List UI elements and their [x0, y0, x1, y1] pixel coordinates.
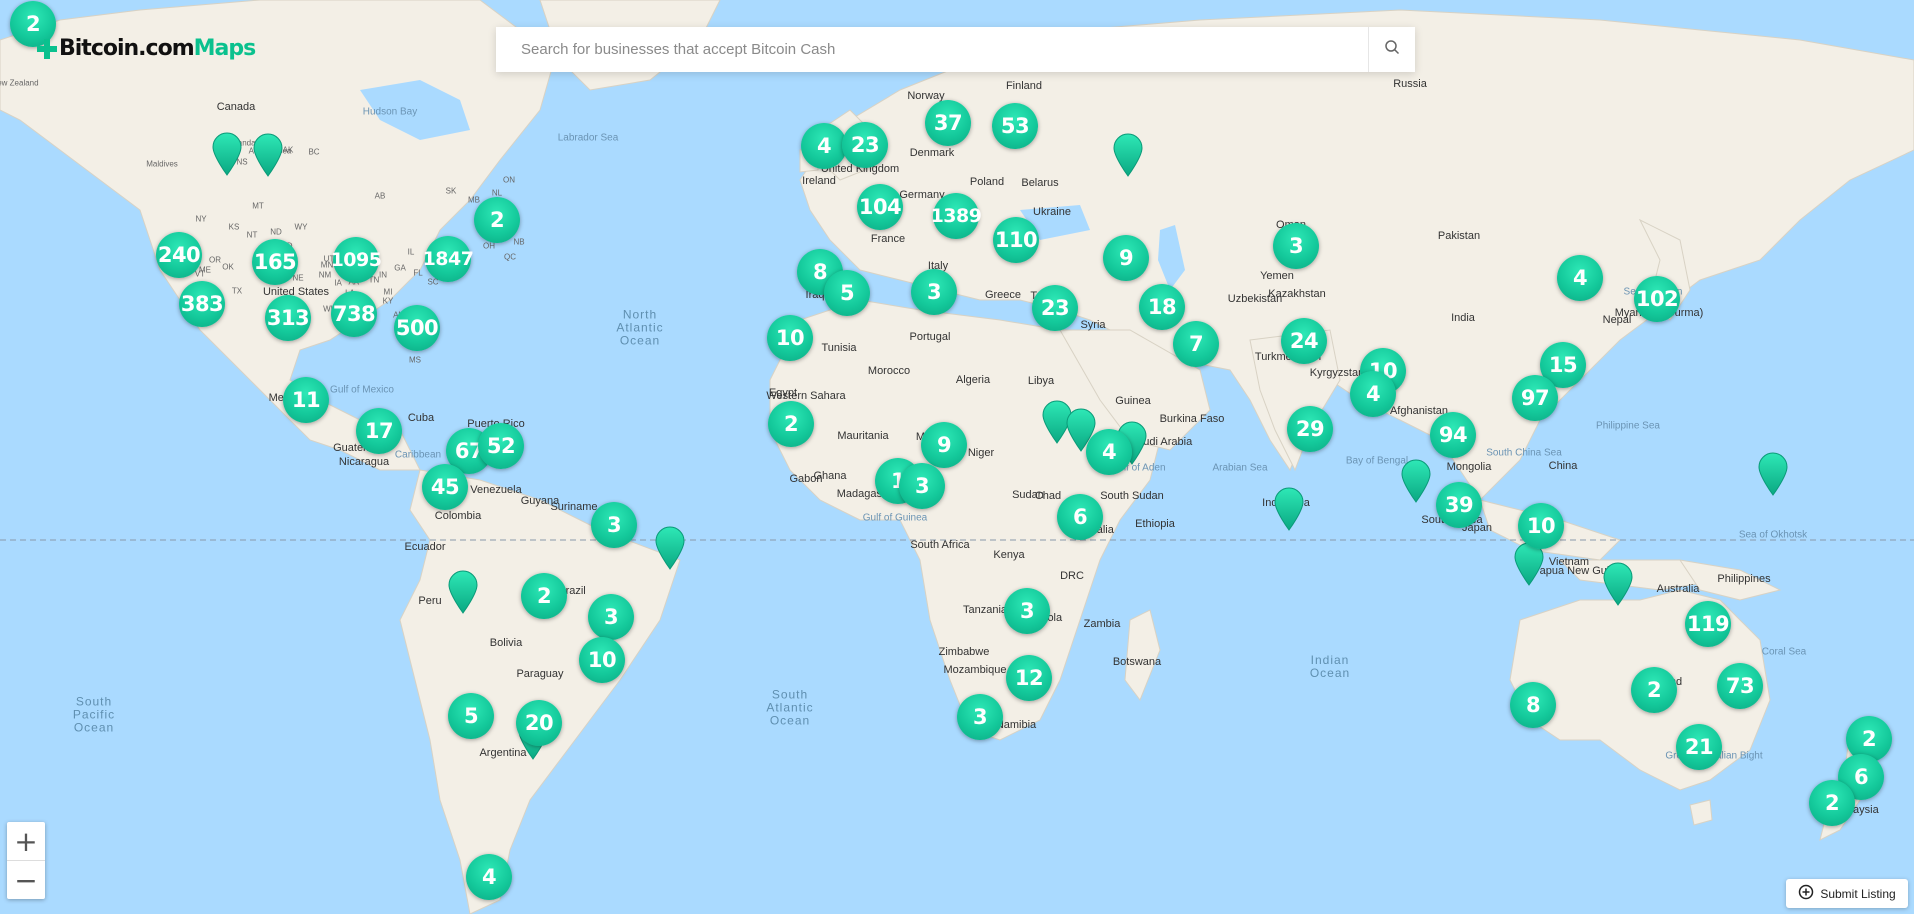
cluster-marker[interactable]: 3	[899, 463, 945, 509]
cluster-marker[interactable]: 383	[179, 281, 225, 327]
cluster-marker[interactable]: 4	[801, 123, 847, 169]
cluster-marker[interactable]: 3	[588, 594, 634, 640]
cluster-marker[interactable]: 11	[283, 377, 329, 423]
cluster-marker[interactable]: 119	[1685, 601, 1731, 647]
cluster-marker[interactable]: 23	[1032, 285, 1078, 331]
cluster-marker[interactable]: 240	[156, 232, 202, 278]
zoom-out-button[interactable]: −	[7, 861, 45, 899]
cluster-marker[interactable]: 18	[1139, 284, 1185, 330]
cluster-marker[interactable]: 39	[1436, 482, 1482, 528]
cluster-marker[interactable]: 2	[474, 197, 520, 243]
cluster-marker[interactable]: 45	[422, 464, 468, 510]
search-button[interactable]	[1368, 27, 1415, 72]
cluster-marker[interactable]: 10	[579, 637, 625, 683]
location-pin-icon[interactable]	[1401, 459, 1431, 503]
cluster-marker[interactable]: 2	[768, 401, 814, 447]
cluster-marker[interactable]: 24	[1281, 318, 1327, 364]
location-pin-icon[interactable]	[1758, 452, 1788, 496]
zoom-controls: + −	[7, 822, 45, 899]
cluster-marker[interactable]: 73	[1717, 663, 1763, 709]
cluster-marker[interactable]: 4	[1350, 371, 1396, 417]
cluster-marker[interactable]: 8	[1510, 682, 1556, 728]
location-pin-icon[interactable]	[212, 132, 242, 176]
cluster-marker[interactable]: 313	[265, 295, 311, 341]
cluster-marker[interactable]: 9	[1103, 235, 1149, 281]
cluster-marker[interactable]: 5	[448, 693, 494, 739]
logo-mark-icon	[37, 38, 57, 59]
cluster-marker[interactable]: 7	[1173, 321, 1219, 367]
submit-listing-label: Submit Listing	[1820, 886, 1896, 901]
cluster-marker[interactable]: 53	[992, 103, 1038, 149]
cluster-marker[interactable]: 23	[842, 122, 888, 168]
logo-text-bitcoin: Bitcoin.com	[59, 36, 195, 61]
cluster-marker[interactable]: 10	[1518, 503, 1564, 549]
location-pin-icon[interactable]	[655, 526, 685, 570]
cluster-marker[interactable]: 2	[1631, 667, 1677, 713]
cluster-marker[interactable]: 1095	[331, 237, 382, 283]
cluster-marker[interactable]: 94	[1430, 412, 1476, 458]
cluster-marker[interactable]: 29	[1287, 406, 1333, 452]
cluster-marker[interactable]: 2	[1809, 780, 1855, 826]
cluster-marker[interactable]: 20	[516, 700, 562, 746]
location-pin-icon[interactable]	[253, 133, 283, 177]
cluster-marker[interactable]: 1847	[423, 236, 474, 282]
cluster-marker[interactable]: 21	[1676, 724, 1722, 770]
cluster-marker[interactable]: 3	[591, 502, 637, 548]
logo-text-maps: Maps	[193, 36, 257, 61]
cluster-marker[interactable]: 52	[478, 423, 524, 469]
cluster-marker[interactable]: 4	[1557, 255, 1603, 301]
cluster-marker[interactable]: 10	[767, 315, 813, 361]
cluster-marker[interactable]: 3	[1273, 223, 1319, 269]
cluster-marker[interactable]: 165	[252, 239, 298, 285]
bitcoin-com-maps-logo[interactable]: Bitcoin.com Maps	[37, 36, 257, 61]
cluster-marker[interactable]: 9	[921, 422, 967, 468]
cluster-marker[interactable]: 97	[1512, 375, 1558, 421]
cluster-marker[interactable]: 110	[993, 217, 1039, 263]
search-bar	[496, 27, 1415, 72]
cluster-marker[interactable]: 3	[1004, 588, 1050, 634]
cluster-marker[interactable]: 5	[824, 270, 870, 316]
cluster-marker[interactable]: 3	[911, 269, 957, 315]
location-pin-icon[interactable]	[448, 570, 478, 614]
cluster-marker[interactable]: 1389	[931, 193, 982, 239]
cluster-marker[interactable]: 17	[356, 408, 402, 454]
cluster-marker[interactable]: 500	[394, 305, 440, 351]
location-pin-icon[interactable]	[1113, 133, 1143, 177]
cluster-marker[interactable]: 3	[957, 694, 1003, 740]
cluster-marker[interactable]: 4	[466, 854, 512, 900]
location-pin-icon[interactable]	[1274, 487, 1304, 531]
cluster-marker[interactable]: 12	[1006, 655, 1052, 701]
search-input[interactable]	[496, 27, 1368, 72]
submit-listing-button[interactable]: Submit Listing	[1786, 879, 1908, 908]
cluster-marker[interactable]: 102	[1634, 276, 1680, 322]
plus-circle-icon	[1798, 884, 1814, 903]
search-icon	[1384, 39, 1400, 60]
cluster-marker[interactable]: 4	[1086, 429, 1132, 475]
cluster-marker[interactable]: 2	[521, 573, 567, 619]
cluster-marker[interactable]: 738	[331, 291, 377, 337]
cluster-marker[interactable]: 6	[1057, 494, 1103, 540]
cluster-marker[interactable]: 37	[925, 100, 971, 146]
zoom-in-button[interactable]: +	[7, 822, 45, 861]
location-pin-icon[interactable]	[1603, 562, 1633, 606]
cluster-marker[interactable]: 104	[857, 184, 903, 230]
